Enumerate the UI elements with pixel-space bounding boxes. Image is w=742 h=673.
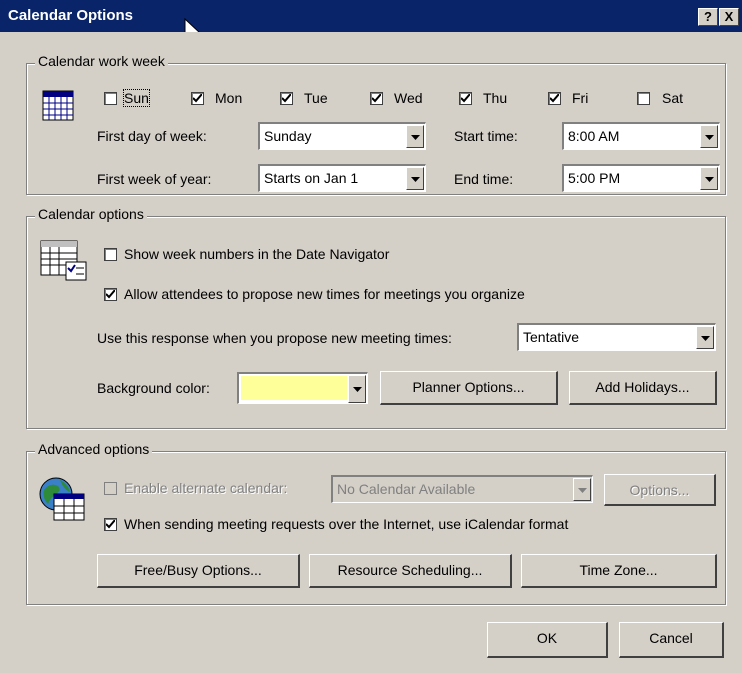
alternate-calendar-value: No Calendar Available [337,481,476,497]
background-color-swatch [241,376,347,400]
checkmark-icon [282,94,291,103]
checkbox-sat[interactable] [637,92,650,105]
chevron-down-icon [705,134,714,140]
checkmark-icon [372,94,381,103]
background-color-dropdown-button[interactable] [348,375,366,403]
first-day-value: Sunday [264,128,312,144]
first-day-dropdown-button[interactable] [406,125,424,148]
add-holidays-button[interactable]: Add Holidays... [569,371,717,405]
checkbox-wed[interactable] [370,92,383,105]
checkbox-thu[interactable] [459,92,472,105]
chevron-down-icon [411,134,420,140]
checkbox-tue[interactable] [280,92,293,105]
close-button[interactable]: X [719,8,739,26]
start-time-select[interactable]: 8:00 AM [562,122,720,150]
allow-propose-checkbox[interactable] [104,288,117,301]
first-day-select[interactable]: Sunday [258,122,426,150]
alternate-options-label: Options... [629,482,690,498]
checkbox-mon[interactable] [191,92,204,105]
end-time-label: End time: [454,171,514,187]
background-color-label: Background color: [97,380,210,396]
show-week-numbers-checkbox[interactable] [104,248,117,261]
calendar-options-legend: Calendar options [35,206,147,222]
planner-options-button[interactable]: Planner Options... [380,371,558,405]
label-fri[interactable]: Fri [572,90,588,106]
advanced-options-legend: Advanced options [35,441,153,457]
response-select[interactable]: Tentative [517,323,716,351]
planner-options-label: Planner Options... [412,379,525,395]
label-sat[interactable]: Sat [662,90,683,106]
time-zone-label: Time Zone... [579,562,658,578]
start-time-label: Start time: [454,128,518,144]
cancel-button[interactable]: Cancel [619,622,724,658]
checkbox-sun[interactable] [104,92,117,105]
allow-propose-label[interactable]: Allow attendees to propose new times for… [124,286,525,302]
label-wed[interactable]: Wed [394,90,423,106]
label-sun[interactable]: Sun [123,89,150,107]
label-thu[interactable]: Thu [483,90,507,106]
start-time-dropdown-button[interactable] [700,125,718,148]
alternate-calendar-checkbox[interactable] [104,482,117,495]
response-dropdown-button[interactable] [696,326,714,349]
alternate-calendar-select[interactable]: No Calendar Available [331,475,593,503]
response-value: Tentative [523,329,580,345]
start-time-value: 8:00 AM [568,128,620,144]
first-week-dropdown-button[interactable] [406,167,424,190]
background-color-picker[interactable] [237,372,368,404]
calendar-settings-icon [40,240,87,281]
checkbox-fri[interactable] [548,92,561,105]
chevron-down-icon [701,335,710,341]
free-busy-options-label: Free/Busy Options... [134,562,262,578]
first-day-label: First day of week: [97,128,207,144]
work-week-legend: Calendar work week [35,53,168,69]
resource-scheduling-label: Resource Scheduling... [337,562,483,578]
calendar-grid-icon [42,90,74,121]
label-tue[interactable]: Tue [304,90,328,106]
end-time-dropdown-button[interactable] [700,167,718,190]
icalendar-label[interactable]: When sending meeting requests over the I… [124,516,568,532]
cancel-label: Cancel [649,630,693,646]
first-week-select[interactable]: Starts on Jan 1 [258,164,426,192]
checkmark-icon [106,520,115,529]
add-holidays-label: Add Holidays... [595,379,690,395]
time-zone-button[interactable]: Time Zone... [521,554,717,588]
label-mon[interactable]: Mon [215,90,242,106]
checkmark-icon [106,290,115,299]
chevron-down-icon [705,176,714,182]
icalendar-checkbox[interactable] [104,518,117,531]
help-button[interactable]: ? [698,8,718,26]
window-title: Calendar Options [8,7,134,24]
first-week-value: Starts on Jan 1 [264,170,359,186]
chevron-down-icon [353,387,362,392]
end-time-select[interactable]: 5:00 PM [562,164,720,192]
title-bar[interactable]: Calendar Options ? X [0,0,742,32]
free-busy-options-button[interactable]: Free/Busy Options... [97,554,300,588]
response-label: Use this response when you propose new m… [97,330,452,346]
ok-label: OK [536,630,558,646]
alternate-options-button[interactable]: Options... [604,474,716,506]
first-week-label: First week of year: [97,171,212,187]
checkmark-icon [193,94,202,103]
globe-calendar-icon [39,477,85,521]
show-week-numbers-label[interactable]: Show week numbers in the Date Navigator [124,246,389,262]
chevron-down-icon [578,487,587,493]
resource-scheduling-button[interactable]: Resource Scheduling... [309,554,512,588]
alternate-calendar-label: Enable alternate calendar: [124,480,288,496]
checkmark-icon [550,94,559,103]
checkmark-icon [461,94,470,103]
ok-button[interactable]: OK [487,622,608,658]
chevron-down-icon [411,176,420,182]
alternate-calendar-dropdown-button[interactable] [573,478,591,501]
end-time-value: 5:00 PM [568,170,621,186]
